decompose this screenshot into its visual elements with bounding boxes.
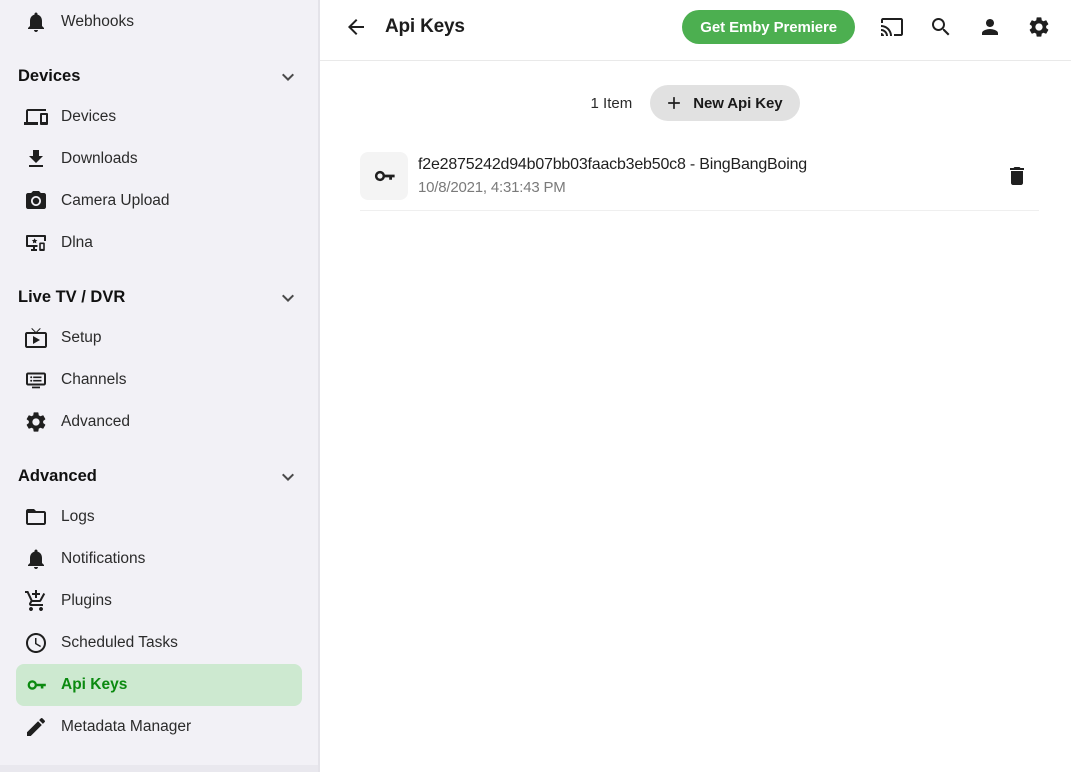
sidebar: Webhooks Devices Devices Downloads Camera Up… — [0, 0, 320, 772]
person-button[interactable] — [978, 15, 1002, 39]
api-keys-toolbar: 1 Item New Api Key — [320, 85, 1071, 121]
chevron-down-icon — [276, 286, 300, 310]
sidebar-item-label: Logs — [61, 508, 95, 526]
delete-api-key-button[interactable] — [1005, 164, 1029, 188]
sidebar-item-advanced[interactable]: Advanced — [0, 401, 318, 443]
key-icon — [371, 163, 397, 189]
sidebar-item-label: Metadata Manager — [61, 718, 191, 736]
sidebar-section-title: Advanced — [18, 467, 97, 486]
api-key-thumb — [360, 152, 408, 200]
sidebar-item-label: Dlna — [61, 234, 93, 252]
api-key-info: f2e2875242d94b07bb03faacb3eb50c8 - BingB… — [418, 156, 807, 196]
sidebar-section-title: Live TV / DVR — [18, 288, 125, 307]
sidebar-item-scheduled-tasks[interactable]: Scheduled Tasks — [0, 622, 318, 664]
sidebar-item-label: Api Keys — [61, 676, 127, 694]
sidebar-section-advanced[interactable]: Advanced — [0, 457, 318, 496]
download-icon — [24, 147, 48, 171]
page-header: Api Keys Get Emby Premiere — [320, 0, 1071, 61]
header-actions: Get Emby Premiere — [682, 10, 1051, 44]
item-count-label: 1 Item — [591, 95, 633, 112]
gear-icon — [24, 410, 48, 434]
sidebar-item-label: Plugins — [61, 592, 112, 610]
sidebar-item-notifications[interactable]: Notifications — [0, 538, 318, 580]
sidebar-item-label: Setup — [61, 329, 102, 347]
sidebar-bottom-shade — [0, 765, 318, 772]
sidebar-item-label: Camera Upload — [61, 192, 170, 210]
sidebar-item-label: Devices — [61, 108, 116, 126]
api-key-row[interactable]: f2e2875242d94b07bb03faacb3eb50c8 - BingB… — [360, 152, 1039, 211]
sidebar-item-channels[interactable]: Channels — [0, 359, 318, 401]
person-icon — [978, 15, 1002, 39]
sidebar-section-title: Devices — [18, 67, 80, 86]
sidebar-item-metadata-manager[interactable]: Metadata Manager — [0, 706, 318, 748]
cast-button[interactable] — [880, 15, 904, 39]
page-title: Api Keys — [385, 16, 465, 38]
sidebar-section-live-tv-dvr[interactable]: Live TV / DVR — [0, 278, 318, 317]
search-button[interactable] — [929, 15, 953, 39]
sidebar-nav-list: Webhooks Devices Devices Downloads Camera Up… — [0, 1, 318, 748]
camera-icon — [24, 189, 48, 213]
arrow-left-icon — [344, 15, 368, 39]
plus-icon — [664, 93, 684, 113]
bell-icon — [24, 547, 48, 571]
sidebar-item-label: Scheduled Tasks — [61, 634, 178, 652]
bell-icon — [24, 10, 48, 34]
sidebar-item-plugins[interactable]: Plugins — [0, 580, 318, 622]
sidebar-item-logs[interactable]: Logs — [0, 496, 318, 538]
sidebar-item-label: Channels — [61, 371, 127, 389]
key-icon — [24, 673, 48, 697]
sidebar-item-label: Advanced — [61, 413, 130, 431]
emby-admin-app: Webhooks Devices Devices Downloads Camera Up… — [0, 0, 1071, 772]
sidebar-item-setup[interactable]: Setup — [0, 317, 318, 359]
devices-icon — [24, 105, 48, 129]
sidebar-item-label: Webhooks — [61, 13, 134, 31]
sidebar-item-label: Notifications — [61, 550, 145, 568]
gear-button[interactable] — [1027, 15, 1051, 39]
channels-icon — [24, 368, 48, 392]
api-key-title: f2e2875242d94b07bb03faacb3eb50c8 - BingB… — [418, 156, 807, 174]
new-api-key-label: New Api Key — [693, 95, 782, 112]
dlna-icon — [24, 231, 48, 255]
cast-icon — [880, 15, 904, 39]
sidebar-item-camera-upload[interactable]: Camera Upload — [0, 180, 318, 222]
new-api-key-button[interactable]: New Api Key — [650, 85, 800, 121]
sidebar-item-dlna[interactable]: Dlna — [0, 222, 318, 264]
main-area: Api Keys Get Emby Premiere 1 Item New Ap… — [320, 0, 1071, 772]
sidebar-item-webhooks[interactable]: Webhooks — [0, 1, 318, 43]
trash-icon — [1005, 164, 1029, 188]
api-key-list: f2e2875242d94b07bb03faacb3eb50c8 - BingB… — [360, 152, 1039, 211]
clock-icon — [24, 631, 48, 655]
sidebar-item-label: Downloads — [61, 150, 138, 168]
gear-icon — [1027, 15, 1051, 39]
chevron-down-icon — [276, 465, 300, 489]
sidebar-item-devices[interactable]: Devices — [0, 96, 318, 138]
sidebar-item-api-keys[interactable]: Api Keys — [16, 664, 302, 706]
api-keys-content: 1 Item New Api Key f2e2875242d94b07bb03f… — [320, 61, 1071, 772]
get-emby-premiere-button[interactable]: Get Emby Premiere — [682, 10, 855, 44]
sidebar-section-devices[interactable]: Devices — [0, 57, 318, 96]
back-button[interactable] — [344, 15, 368, 39]
header-icon-buttons — [880, 15, 1051, 39]
pencil-icon — [24, 715, 48, 739]
search-icon — [929, 15, 953, 39]
folder-icon — [24, 505, 48, 529]
cart-plus-icon — [24, 589, 48, 613]
sidebar-item-downloads[interactable]: Downloads — [0, 138, 318, 180]
chevron-down-icon — [276, 65, 300, 89]
api-key-date: 10/8/2021, 4:31:43 PM — [418, 179, 807, 196]
tv-setup-icon — [24, 326, 48, 350]
